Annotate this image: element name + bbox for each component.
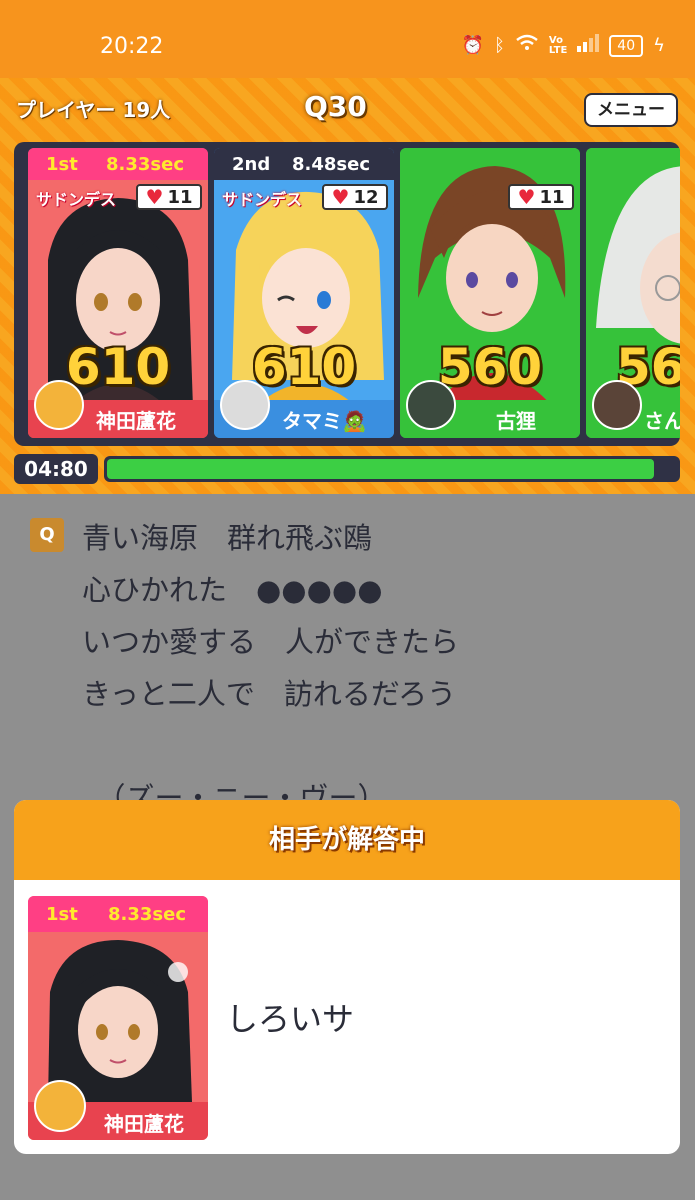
rank-tag: 2nd 8.48sec [214, 148, 394, 180]
volte-icon: Vo LTE [548, 34, 568, 56]
question-line: 心ひかれた ●●●●● [82, 573, 383, 607]
question-line: きっと二人で 訪れるだろう [82, 677, 457, 711]
question-line: 青い海原 群れ飛ぶ鴎 [82, 521, 373, 555]
heart-icon: ♥ [145, 185, 164, 209]
answering-player-card: 1st 8.33sec 神田蘆花 [28, 896, 208, 1140]
avatar [220, 380, 270, 430]
wifi-icon [515, 34, 539, 57]
status-icons: ⏰ ᛒ Vo LTE 40 ϟ [462, 34, 665, 57]
player-count: プレイヤー 19人 [16, 98, 171, 122]
player-card[interactable]: ♥ 11 560 古狸 [400, 148, 580, 438]
life-counter: ♥ 12 [322, 184, 388, 210]
time-gauge [104, 456, 680, 482]
rank-label: 1st [46, 153, 78, 175]
player-name: さん [644, 408, 680, 433]
character-portrait [28, 932, 208, 1102]
clock: 20:22 [100, 34, 164, 59]
answering-panel: 相手が解答中 1st 8.33sec 神田蘆花 しろいサ [14, 800, 680, 1154]
menu-button[interactable]: メニュー [584, 93, 678, 127]
player-name: 古狸 [496, 408, 536, 433]
signal-icon [577, 34, 600, 57]
heart-icon: ♥ [331, 185, 350, 209]
alarm-icon: ⏰ [461, 35, 485, 56]
avatar [34, 380, 84, 430]
charging-icon: ϟ [653, 35, 665, 56]
rank-label: 2nd [232, 153, 271, 175]
heart-icon: ♥ [517, 185, 536, 209]
rank-label: 1st [46, 903, 78, 925]
current-answer: しろいサ [226, 1000, 355, 1038]
battery-icon: 40 [609, 34, 644, 57]
answer-time: 8.48sec [292, 153, 371, 175]
life-counter: ♥ 11 [136, 184, 202, 210]
avatar [592, 380, 642, 430]
player-card[interactable]: 56 さん [586, 148, 680, 438]
bluetooth-icon: ᛒ [494, 35, 505, 56]
sudden-death-label: サドンデス [222, 190, 303, 209]
sudden-death-label: サドンデス [36, 190, 117, 209]
question-line: いつか愛する 人ができたら [82, 625, 460, 659]
question-text: 青い海原 群れ飛ぶ鴎 心ひかれた ●●●●● いつか愛する 人ができたら きっと… [82, 512, 459, 824]
game-header: プレイヤー 19人 Q30 メニュー 1st 8.33sec サドンデス ♥ 11… [0, 78, 695, 494]
avatar [34, 1080, 86, 1132]
player-board: 1st 8.33sec サドンデス ♥ 11 610 神田蘆花 2nd 8.48… [14, 142, 680, 446]
panel-title: 相手が解答中 [14, 800, 680, 880]
player-name: 神田蘆花 [96, 408, 176, 433]
question-badge: Q [30, 518, 64, 552]
time-gauge-fill [107, 459, 655, 479]
rank-tag: 1st 8.33sec [28, 896, 208, 932]
player-card[interactable]: 2nd 8.48sec サドンデス ♥ 12 610 タマミ🧟 [214, 148, 394, 438]
answer-time: 8.33sec [106, 153, 185, 175]
player-name: 神田蘆花 [104, 1112, 184, 1136]
countdown-timer: 04:80 [14, 454, 98, 484]
life-counter: ♥ 11 [508, 184, 574, 210]
rank-tag: 1st 8.33sec [28, 148, 208, 180]
question-number: Q30 [304, 90, 367, 123]
avatar [406, 380, 456, 430]
status-bar: 20:22 ⏰ ᛒ Vo LTE 40 ϟ [0, 0, 695, 78]
question-line [82, 720, 459, 772]
player-name: タマミ🧟 [282, 408, 367, 433]
player-card[interactable]: 1st 8.33sec サドンデス ♥ 11 610 神田蘆花 [28, 148, 208, 438]
answer-time: 8.33sec [108, 903, 187, 925]
